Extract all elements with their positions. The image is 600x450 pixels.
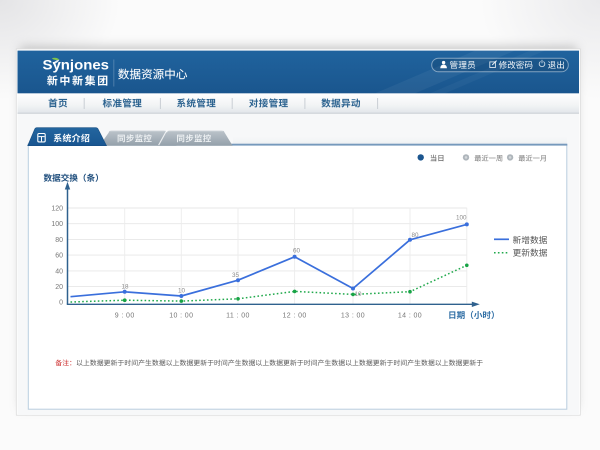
svg-text:20: 20 bbox=[55, 284, 63, 291]
svg-text:10: 10 bbox=[178, 287, 186, 294]
svg-text:100: 100 bbox=[51, 221, 63, 228]
svg-text:0: 0 bbox=[59, 300, 63, 307]
svg-text:12 : 00: 12 : 00 bbox=[282, 312, 306, 319]
svg-text:40: 40 bbox=[55, 268, 63, 275]
svg-text:10 : 00: 10 : 00 bbox=[169, 312, 193, 319]
svg-text:10: 10 bbox=[355, 291, 363, 298]
svg-text:60: 60 bbox=[55, 253, 63, 260]
svg-text:18: 18 bbox=[122, 283, 130, 290]
svg-text:80: 80 bbox=[55, 237, 63, 244]
svg-text:80: 80 bbox=[412, 232, 420, 239]
svg-text:60: 60 bbox=[293, 248, 301, 255]
svg-text:14 : 00: 14 : 00 bbox=[398, 312, 422, 319]
svg-text:100: 100 bbox=[456, 214, 467, 221]
svg-text:9 : 00: 9 : 00 bbox=[115, 312, 135, 319]
svg-text:120: 120 bbox=[51, 205, 63, 212]
svg-text:Synjones: Synjones bbox=[43, 57, 110, 73]
svg-text:13 : 00: 13 : 00 bbox=[341, 312, 365, 319]
svg-text:11 : 00: 11 : 00 bbox=[226, 312, 250, 319]
svg-text:35: 35 bbox=[232, 272, 240, 279]
